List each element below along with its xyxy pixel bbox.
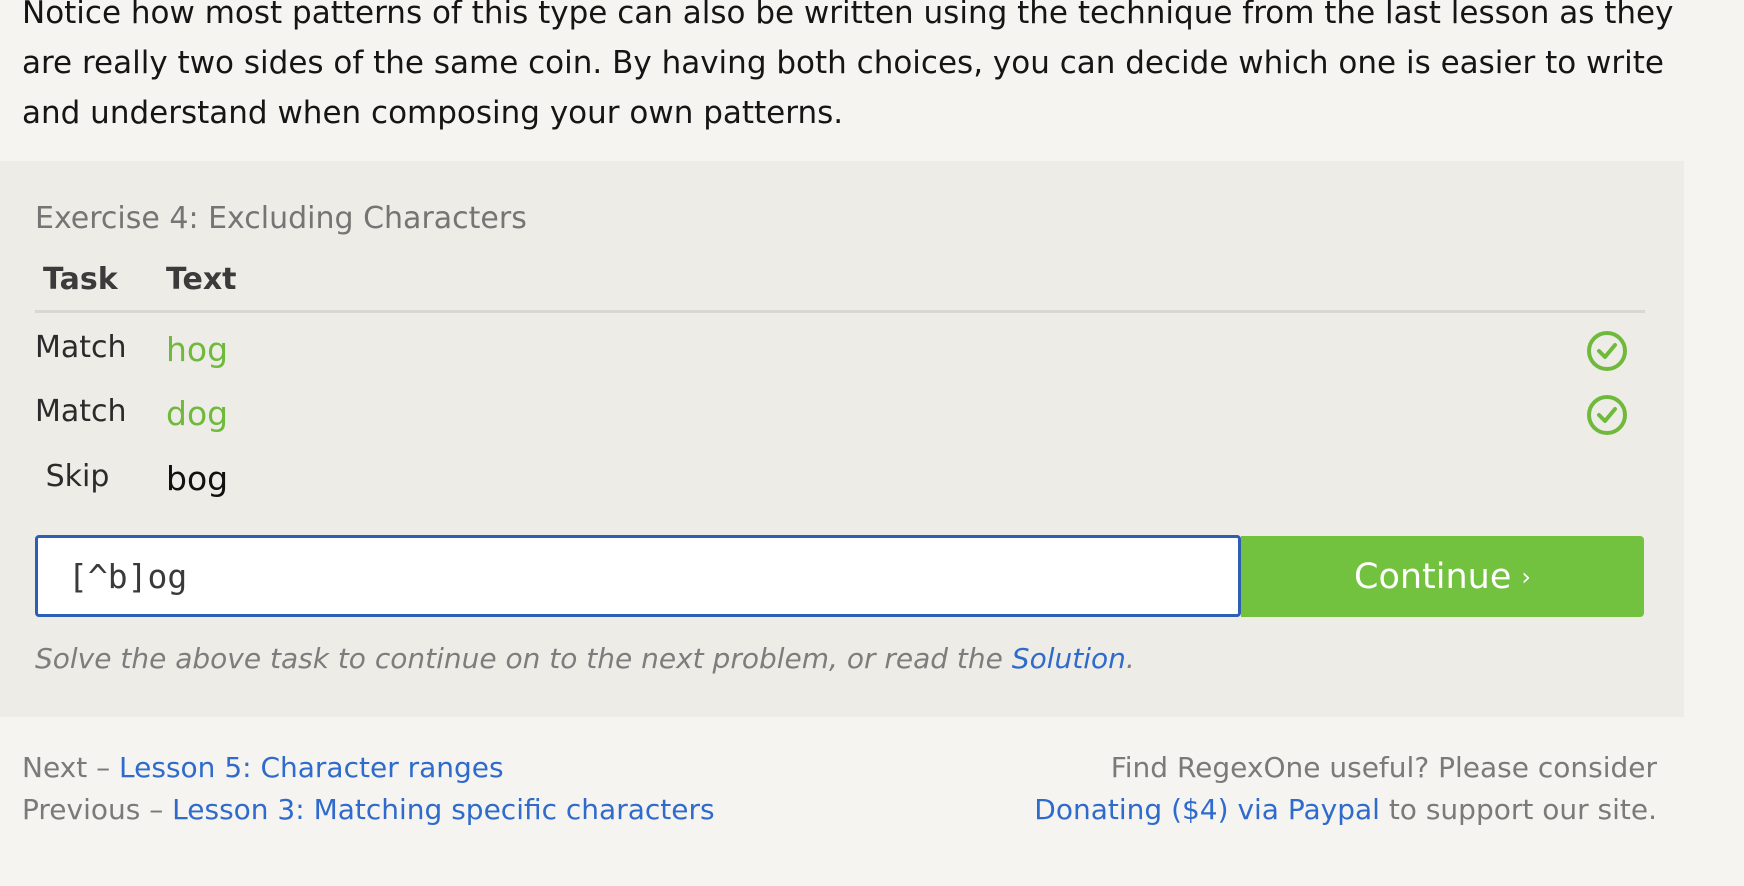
donate-link[interactable]: Donating ($4) via Paypal bbox=[1034, 793, 1380, 826]
helper-prefix: Solve the above task to continue on to t… bbox=[35, 642, 1012, 675]
task-type-label: Skip bbox=[45, 459, 110, 494]
donate-suffix: to support our site. bbox=[1379, 793, 1657, 826]
solution-link[interactable]: Solution bbox=[1012, 642, 1126, 675]
next-lesson-line: Next – Lesson 5: Character ranges bbox=[22, 751, 504, 784]
task-text: hog bbox=[166, 330, 229, 369]
lesson-intro-text: Notice how most patterns of this type ca… bbox=[22, 0, 1674, 131]
regex-input[interactable] bbox=[35, 535, 1241, 617]
continue-label: Continue bbox=[1354, 556, 1512, 597]
donate-line: Donating ($4) via Paypal to support our … bbox=[1034, 793, 1657, 826]
donate-prompt: Find RegexOne useful? Please consider bbox=[1110, 751, 1657, 784]
previous-lesson-link[interactable]: Lesson 3: Matching specific characters bbox=[172, 793, 714, 826]
continue-button[interactable]: Continue › bbox=[1241, 536, 1644, 617]
task-row: Match hog bbox=[35, 319, 1645, 379]
exercise-title: Exercise 4: Excluding Characters bbox=[35, 201, 527, 236]
task-type-label: Match bbox=[35, 330, 127, 365]
task-text: bog bbox=[166, 459, 229, 498]
task-type-label: Match bbox=[35, 394, 127, 429]
text-column-header: Text bbox=[166, 262, 237, 297]
previous-lesson-line: Previous – Lesson 3: Matching specific c… bbox=[22, 793, 715, 826]
next-lesson-link[interactable]: Lesson 5: Character ranges bbox=[119, 751, 504, 784]
exercise-panel: Exercise 4: Excluding Characters Task Te… bbox=[0, 161, 1684, 717]
check-circle-icon bbox=[1587, 395, 1627, 435]
task-row: Match dog bbox=[35, 383, 1645, 443]
previous-prefix: Previous – bbox=[22, 793, 173, 826]
task-text: dog bbox=[166, 394, 229, 433]
header-divider bbox=[35, 310, 1645, 313]
next-prefix: Next – bbox=[22, 751, 120, 784]
task-column-header: Task bbox=[43, 262, 118, 297]
chevron-right-icon: › bbox=[1521, 562, 1531, 591]
task-row: Skip bog bbox=[35, 448, 1645, 508]
helper-text: Solve the above task to continue on to t… bbox=[35, 642, 1135, 675]
check-circle-icon bbox=[1587, 331, 1627, 371]
helper-suffix: . bbox=[1125, 642, 1135, 675]
